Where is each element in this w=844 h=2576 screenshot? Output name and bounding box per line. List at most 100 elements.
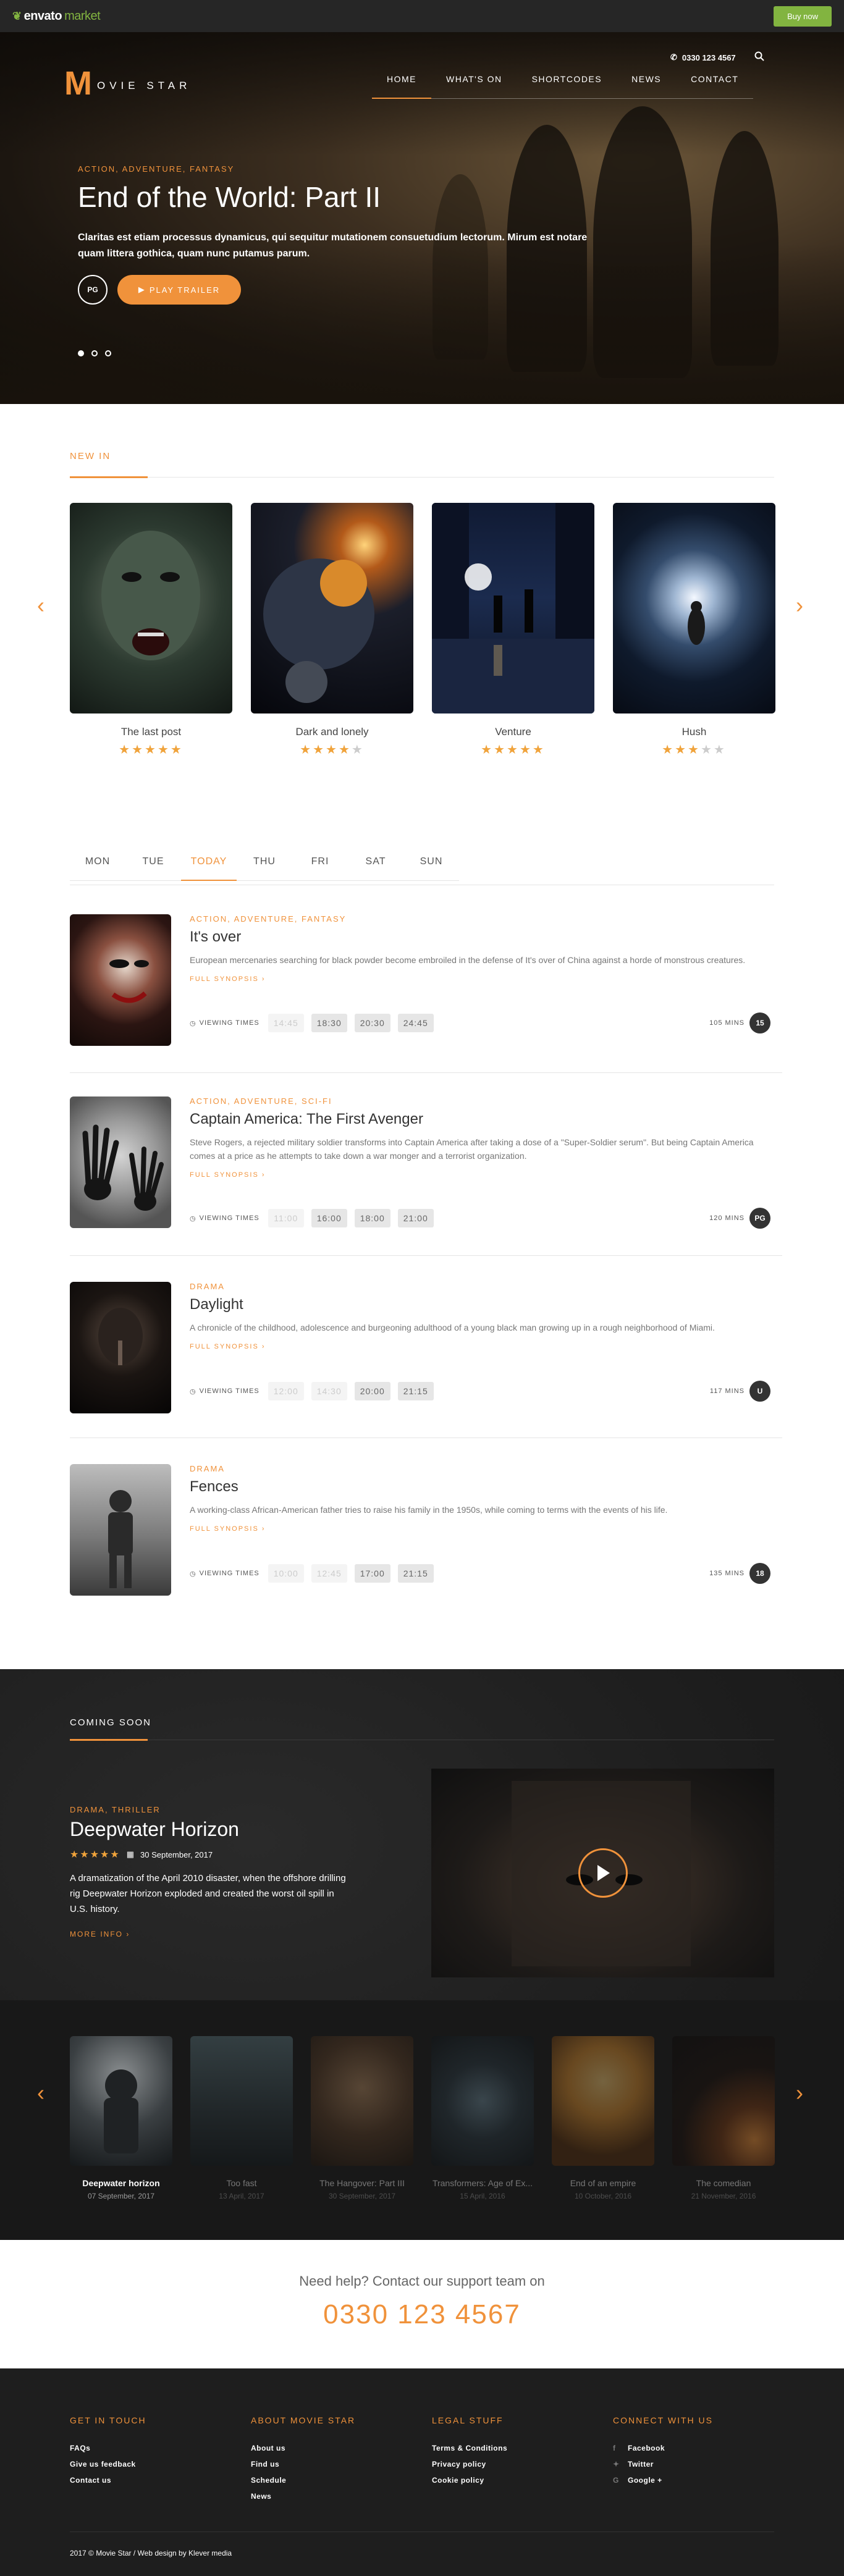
- star-rating: ★★★★★: [251, 742, 413, 757]
- star-filled-icon: ★: [662, 743, 675, 757]
- upcoming-card[interactable]: End of an empire 10 October, 2016: [552, 2036, 654, 2200]
- upcoming-date: 21 November, 2016: [691, 2192, 756, 2200]
- footer-link[interactable]: Schedule: [251, 2476, 355, 2485]
- envato-logo[interactable]: ❦ envato market: [12, 9, 101, 23]
- full-synopsis-link[interactable]: FULL SYNOPSIS ›: [190, 1171, 770, 1179]
- play-button[interactable]: [578, 1848, 628, 1898]
- star-empty-icon: ★: [351, 743, 365, 757]
- age-rating-badge: PG: [78, 275, 108, 305]
- support-phone[interactable]: 0330 123 4567: [0, 2299, 844, 2330]
- upcoming-card[interactable]: Deepwater horizon 07 September, 2017: [70, 2036, 172, 2200]
- showtime-button[interactable]: 21:00: [397, 1209, 434, 1227]
- footer-link[interactable]: Contact us: [70, 2476, 146, 2485]
- full-synopsis-link[interactable]: FULL SYNOPSIS ›: [190, 1343, 770, 1350]
- footer-link[interactable]: Cookie policy: [432, 2476, 507, 2485]
- full-synopsis-link[interactable]: FULL SYNOPSIS ›: [190, 975, 770, 983]
- nav-contact[interactable]: CONTACT: [676, 74, 754, 99]
- showtime-button[interactable]: 18:00: [354, 1209, 390, 1227]
- site-logo[interactable]: M OVIE STAR: [64, 67, 191, 100]
- schedule-item: DRAMA Fences A working-class African-Ame…: [70, 1464, 774, 1606]
- next-arrow-icon[interactable]: ›: [796, 594, 803, 617]
- tab-mon[interactable]: MON: [70, 856, 125, 881]
- play-icon: [597, 1865, 610, 1881]
- tab-tue[interactable]: TUE: [125, 856, 181, 881]
- nav-whats-on[interactable]: WHAT'S ON: [431, 74, 517, 99]
- prev-arrow-icon[interactable]: ‹: [37, 594, 44, 617]
- schedule-item: ACTION, ADVENTURE, FANTASY It's over Eur…: [70, 914, 774, 1056]
- viewing-times-label: ◷ VIEWING TIMES: [190, 1019, 260, 1027]
- play-trailer-button[interactable]: ▶ PLAY TRAILER: [117, 275, 241, 305]
- google-plus-link[interactable]: G Google +: [613, 2476, 713, 2485]
- header-phone[interactable]: ✆ 0330 123 4567: [670, 53, 736, 62]
- footer-link[interactable]: News: [251, 2492, 355, 2501]
- star-filled-icon: ★: [90, 1850, 101, 1860]
- film-title[interactable]: Daylight: [190, 1296, 770, 1313]
- upcoming-date: 10 October, 2016: [574, 2192, 632, 2200]
- footer-link[interactable]: Give us feedback: [70, 2460, 146, 2469]
- slider-dot[interactable]: [91, 350, 98, 356]
- feature-title[interactable]: Deepwater Horizon: [70, 1818, 239, 1841]
- movie-card[interactable]: Hush ★★★★★: [613, 503, 775, 757]
- showtime-button: 10:00: [268, 1564, 304, 1583]
- tab-sat[interactable]: SAT: [348, 856, 403, 881]
- footer-link[interactable]: Find us: [251, 2460, 355, 2469]
- next-arrow-icon[interactable]: ›: [796, 2082, 803, 2104]
- more-info-link[interactable]: MORE INFO ›: [70, 1930, 130, 1938]
- search-icon[interactable]: [754, 51, 764, 61]
- viewing-times-label: ◷ VIEWING TIMES: [190, 1570, 260, 1578]
- tab-sun[interactable]: SUN: [403, 856, 459, 881]
- full-synopsis-link[interactable]: FULL SYNOPSIS ›: [190, 1525, 770, 1533]
- upcoming-card[interactable]: Too fast 13 April, 2017: [190, 2036, 293, 2200]
- showtime-button[interactable]: 20:00: [354, 1382, 390, 1400]
- footer-link[interactable]: About us: [251, 2444, 355, 2452]
- movie-card[interactable]: The last post ★★★★★: [70, 503, 232, 757]
- upcoming-title: Deepwater horizon: [82, 2178, 160, 2188]
- nav-shortcodes[interactable]: SHORTCODES: [517, 74, 617, 99]
- film-title[interactable]: Captain America: The First Avenger: [190, 1111, 770, 1128]
- star-filled-icon: ★: [481, 743, 494, 757]
- footer-heading: LEGAL STUFF: [432, 2415, 504, 2425]
- showtime-button[interactable]: 21:15: [397, 1564, 434, 1583]
- nav-home[interactable]: HOME: [372, 74, 431, 99]
- film-genres: ACTION, ADVENTURE, SCI-FI: [190, 1096, 332, 1106]
- buy-now-button[interactable]: Buy now: [774, 6, 832, 27]
- tab-fri[interactable]: FRI: [292, 856, 348, 881]
- tab-thu[interactable]: THU: [237, 856, 292, 881]
- twitter-link[interactable]: ✦ Twitter: [613, 2460, 713, 2469]
- upcoming-card[interactable]: The Hangover: Part III 30 September, 201…: [311, 2036, 413, 2200]
- upcoming-card[interactable]: Transformers: Age of Ex... 15 April, 201…: [431, 2036, 534, 2200]
- hero-genres: ACTION, ADVENTURE, FANTASY: [78, 164, 235, 174]
- clock-icon: ◷: [190, 1570, 196, 1578]
- showtime-button[interactable]: 16:00: [311, 1209, 347, 1227]
- leaf-icon: ❦: [12, 9, 22, 22]
- movie-title: The last post: [120, 726, 182, 738]
- footer-link[interactable]: FAQs: [70, 2444, 146, 2452]
- showtime-button: 12:00: [268, 1382, 304, 1400]
- movie-thumbnail[interactable]: [70, 914, 171, 1046]
- nav-news[interactable]: NEWS: [617, 74, 677, 99]
- showtime-button[interactable]: 21:15: [397, 1382, 434, 1400]
- slider-dot[interactable]: [105, 350, 111, 356]
- movie-card[interactable]: Venture ★★★★★: [432, 503, 594, 757]
- upcoming-date: 15 April, 2016: [460, 2192, 505, 2200]
- facebook-link[interactable]: f Facebook: [613, 2444, 713, 2452]
- prev-arrow-icon[interactable]: ‹: [37, 2082, 44, 2104]
- movie-thumbnail[interactable]: [70, 1464, 171, 1596]
- movie-card[interactable]: Dark and lonely ★★★★★: [251, 503, 413, 757]
- footer-link[interactable]: Terms & Conditions: [432, 2444, 507, 2452]
- showtime-button[interactable]: 18:30: [311, 1014, 347, 1032]
- trailer-video[interactable]: [431, 1769, 774, 1977]
- upcoming-card[interactable]: The comedian 21 November, 2016: [672, 2036, 775, 2200]
- movie-thumbnail[interactable]: [70, 1282, 171, 1413]
- movie-poster: [251, 503, 413, 713]
- showtime-button[interactable]: 24:45: [397, 1014, 434, 1032]
- tab-today[interactable]: TODAY: [181, 856, 237, 881]
- footer-link[interactable]: Privacy policy: [432, 2460, 507, 2469]
- showtime-button[interactable]: 20:30: [354, 1014, 390, 1032]
- slider-dot[interactable]: [78, 350, 84, 356]
- movie-thumbnail[interactable]: [70, 1096, 171, 1228]
- film-title[interactable]: Fences: [190, 1478, 770, 1496]
- upcoming-title: The Hangover: Part III: [319, 2178, 405, 2188]
- showtime-button[interactable]: 17:00: [354, 1564, 390, 1583]
- film-title[interactable]: It's over: [190, 928, 770, 946]
